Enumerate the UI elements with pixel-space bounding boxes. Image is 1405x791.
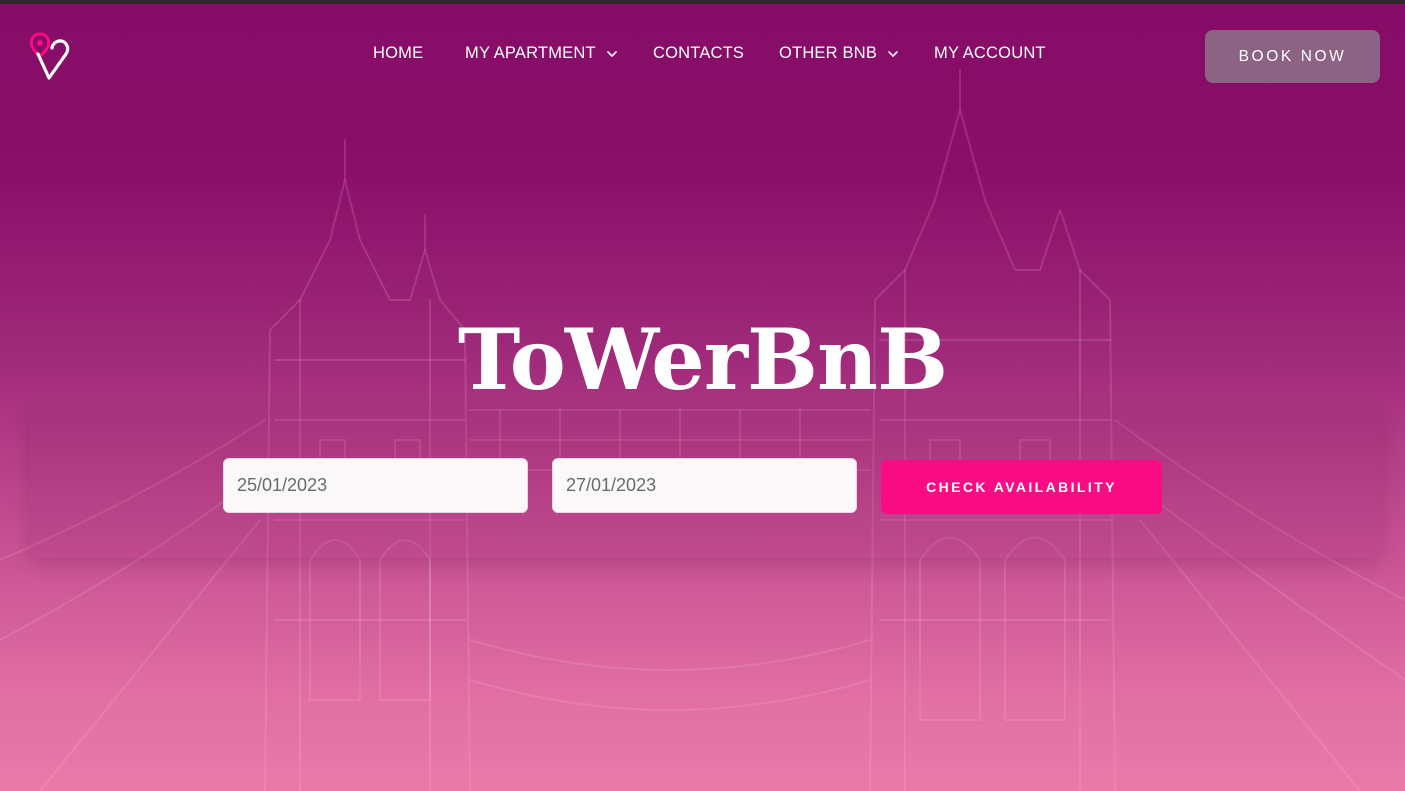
nav-home[interactable]: HOME bbox=[373, 44, 423, 63]
nav-my-account-label: MY ACCOUNT bbox=[934, 44, 1046, 62]
nav-other-bnb-label: OTHER BNB bbox=[779, 44, 878, 62]
nav-my-apartment[interactable]: MY APARTMENT bbox=[465, 44, 618, 63]
chevron-down-icon bbox=[606, 50, 617, 57]
book-now-button[interactable]: BOOK NOW bbox=[1205, 30, 1380, 83]
check-availability-button[interactable]: CHECK AVAILABILITY bbox=[881, 460, 1162, 514]
nav-contacts[interactable]: CONTACTS bbox=[653, 44, 744, 63]
nav-contacts-label: CONTACTS bbox=[653, 44, 745, 62]
checkin-date-field[interactable] bbox=[223, 458, 528, 513]
checkout-date-field[interactable] bbox=[552, 458, 857, 513]
top-border-strip bbox=[0, 0, 1405, 4]
nav-other-bnb[interactable]: OTHER BNB bbox=[779, 44, 899, 63]
nav-my-account[interactable]: MY ACCOUNT bbox=[934, 44, 1046, 63]
chevron-down-icon bbox=[888, 50, 898, 57]
nav-my-apartment-label: MY APARTMENT bbox=[465, 44, 596, 62]
nav-home-label: HOME bbox=[373, 44, 424, 62]
main-nav: HOME MY APARTMENT CONTACTS OTHER BNB MY … bbox=[0, 44, 1405, 70]
hero-title: ToWerBnB bbox=[457, 310, 948, 409]
